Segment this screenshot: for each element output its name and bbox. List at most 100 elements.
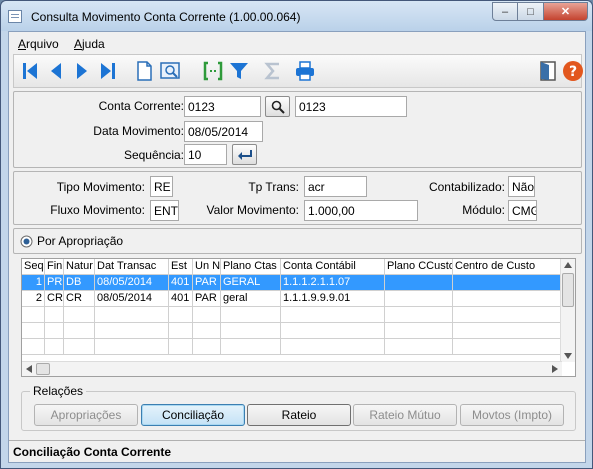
- rateio-mutuo-button[interactable]: Rateio Mútuo: [353, 404, 457, 426]
- col-header[interactable]: Natur: [64, 259, 95, 275]
- filter-icon[interactable]: [227, 59, 251, 83]
- scroll-right-icon[interactable]: [552, 365, 558, 373]
- data-movimento-label: Data Movimento:: [93, 124, 184, 138]
- hscroll-thumb[interactable]: [36, 363, 50, 375]
- vertical-scrollbar[interactable]: [560, 259, 575, 362]
- search-icon: [271, 100, 285, 114]
- grid-cell: 08/05/2014: [95, 291, 169, 307]
- status-bar: Conciliação Conta Corrente: [9, 440, 585, 462]
- last-record-icon[interactable]: [96, 59, 120, 83]
- grid-cell: CR: [64, 291, 95, 307]
- empty-row: [22, 323, 561, 339]
- app-icon: [8, 10, 22, 23]
- search-button[interactable]: [265, 96, 290, 117]
- previous-record-icon[interactable]: [44, 59, 68, 83]
- col-header[interactable]: Un N: [193, 259, 221, 275]
- rateio-button[interactable]: Rateio: [247, 404, 351, 426]
- grid-cell: 1: [22, 275, 45, 291]
- modulo-label: Módulo:: [462, 203, 505, 217]
- col-header[interactable]: Conta Contábil: [281, 259, 385, 275]
- sum-icon[interactable]: [261, 59, 285, 83]
- grid-cell: PAR: [193, 275, 221, 291]
- menu-ajuda[interactable]: Ajuda: [74, 37, 105, 51]
- conta-corrente-field[interactable]: 0123: [184, 96, 261, 117]
- grid-cell: geral: [221, 291, 281, 307]
- contabilizado-field[interactable]: Não: [508, 176, 535, 197]
- scroll-left-icon[interactable]: [26, 365, 32, 373]
- por-apropriacao-radio[interactable]: Por Apropriação: [20, 234, 123, 248]
- title-bar[interactable]: Consulta Movimento Conta Corrente (1.00.…: [1, 1, 592, 31]
- grid-cell: DB: [64, 275, 95, 291]
- toolbar: ?: [13, 54, 585, 88]
- grid-cell: [453, 275, 561, 291]
- first-record-icon[interactable]: [18, 59, 42, 83]
- fluxo-movimento-label: Fluxo Movimento:: [50, 203, 145, 217]
- minimize-icon: –: [501, 5, 509, 18]
- window-controls: – □ ✕: [492, 2, 588, 21]
- table-row[interactable]: 2 CR CR 08/05/2014 401 PAR geral 1.1.1.9…: [22, 291, 561, 307]
- sequencia-field[interactable]: 10: [184, 144, 227, 165]
- relacoes-title: Relações: [30, 384, 87, 398]
- new-document-icon[interactable]: [132, 59, 156, 83]
- col-header[interactable]: Plano CCusto: [385, 259, 453, 275]
- sequencia-label: Sequência:: [123, 148, 184, 162]
- close-icon: ✕: [560, 6, 571, 18]
- col-header[interactable]: Fin: [45, 259, 64, 275]
- close-button[interactable]: ✕: [544, 2, 588, 21]
- grid-cell: [385, 275, 453, 291]
- tp-trans-field[interactable]: acr: [304, 176, 367, 197]
- preview-icon[interactable]: [158, 59, 182, 83]
- next-record-icon[interactable]: [70, 59, 94, 83]
- menu-ajuda-label: juda: [82, 37, 105, 51]
- menu-arquivo[interactable]: Arquivo: [18, 37, 59, 51]
- grid-cell: [385, 291, 453, 307]
- client-area: Arquivo Ajuda ? Conta Corrente: 0123 012…: [8, 31, 586, 463]
- vscroll-thumb[interactable]: [562, 273, 574, 307]
- col-header[interactable]: Centro de Custo: [453, 259, 561, 275]
- exit-door-icon[interactable]: [536, 59, 560, 83]
- scroll-up-icon[interactable]: [564, 262, 572, 268]
- grid-cell: [453, 291, 561, 307]
- conta-corrente-desc-field[interactable]: 0123: [295, 96, 407, 117]
- scroll-down-icon[interactable]: [564, 353, 572, 359]
- contabilizado-label: Contabilizado:: [428, 180, 505, 194]
- valor-movimento-field[interactable]: 1.000,00: [304, 200, 418, 221]
- tipo-movimento-field[interactable]: RE: [150, 176, 173, 197]
- data-movimento-field[interactable]: 08/05/2014: [184, 121, 263, 142]
- relacoes-group: Relações Apropriações Conciliação Rateio…: [21, 384, 576, 431]
- fluxo-movimento-field[interactable]: ENT: [150, 200, 179, 221]
- grid-header: Seq Fin Natur Dat Transac Est Un N Plano…: [22, 259, 561, 275]
- enter-arrow-icon: [237, 149, 252, 160]
- tp-trans-label: Tp Trans:: [248, 180, 299, 194]
- grid-cell: CR: [45, 291, 64, 307]
- col-header[interactable]: Plano Ctas: [221, 259, 281, 275]
- table-row[interactable]: 1 PR DB 08/05/2014 401 PAR GERAL 1.1.1.2…: [22, 275, 561, 291]
- grid-cell: 1.1.1.2.1.1.07: [281, 275, 385, 291]
- help-icon[interactable]: ?: [561, 59, 585, 83]
- col-header[interactable]: Seq: [22, 259, 45, 275]
- horizontal-scrollbar[interactable]: [22, 361, 562, 376]
- print-icon[interactable]: [293, 59, 317, 83]
- radio-checked-icon: [20, 235, 33, 247]
- minimize-button[interactable]: –: [492, 2, 518, 21]
- movtos-impto-button[interactable]: Movtos (Impto): [460, 404, 564, 426]
- col-header[interactable]: Dat Transac: [95, 259, 169, 275]
- enter-button[interactable]: [232, 144, 257, 165]
- bracket-select-icon[interactable]: [201, 59, 225, 83]
- help-glyph: ?: [569, 64, 577, 80]
- modulo-field[interactable]: CMG: [508, 200, 537, 221]
- conciliacao-button[interactable]: Conciliação: [141, 404, 245, 426]
- conta-corrente-label: Conta Corrente:: [98, 99, 184, 113]
- header-panel: Conta Corrente: 0123 0123 Data Movimento…: [13, 91, 582, 168]
- main-window: Consulta Movimento Conta Corrente (1.00.…: [0, 0, 593, 469]
- valor-movimento-label: Valor Movimento:: [206, 203, 299, 217]
- grid-cell: 1.1.1.9.9.9.01: [281, 291, 385, 307]
- grid-cell: GERAL: [221, 275, 281, 291]
- por-apropriacao-label: Por Apropriação: [37, 234, 124, 248]
- empty-row: [22, 307, 561, 323]
- apropriacoes-button[interactable]: Apropriações: [34, 404, 138, 426]
- col-header[interactable]: Est: [169, 259, 193, 275]
- movement-grid[interactable]: Seq Fin Natur Dat Transac Est Un N Plano…: [21, 258, 576, 377]
- maximize-button[interactable]: □: [518, 2, 544, 21]
- details-panel: Tipo Movimento: RE Tp Trans: acr Contabi…: [13, 171, 582, 225]
